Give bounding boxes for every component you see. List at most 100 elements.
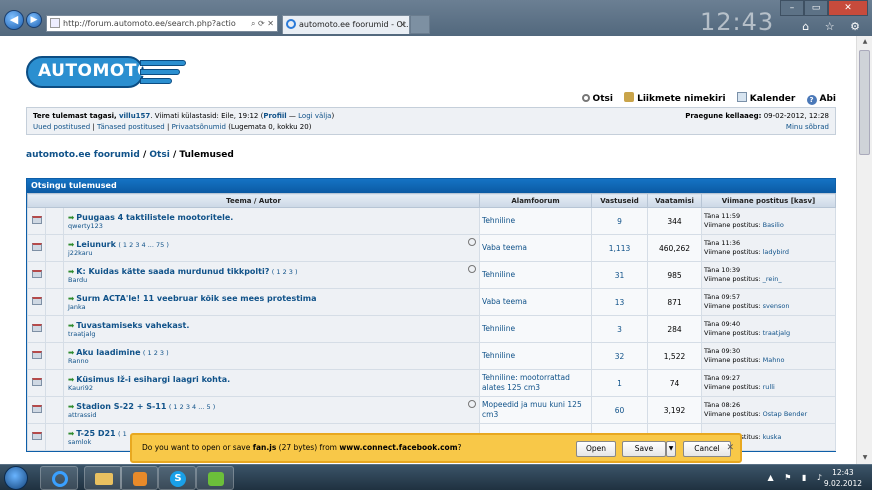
system-tray-icons[interactable]: ▲ ⚑ ▮ ♪: [768, 473, 826, 482]
breadcrumb-home[interactable]: automoto.ee foorumid: [26, 150, 140, 160]
last-post-user-link[interactable]: Mahno: [763, 356, 785, 364]
last-post-user-link[interactable]: Ostap Bender: [763, 410, 808, 418]
minimize-button[interactable]: –: [780, 0, 804, 16]
topic-pages[interactable]: ( 1: [118, 430, 127, 438]
close-window-button[interactable]: ✕: [828, 0, 868, 16]
topic-author-link[interactable]: j22karu: [68, 249, 479, 257]
replies-count[interactable]: 1: [591, 369, 649, 397]
topic-author-link[interactable]: Ranno: [68, 357, 479, 365]
logout-link[interactable]: Logi välja: [298, 112, 331, 120]
topic-title-link[interactable]: T-25 D21: [76, 429, 115, 438]
header-last-post[interactable]: Viimane postitus [kasv]: [701, 193, 837, 208]
private-messages-link[interactable]: Privaatsõnumid: [172, 123, 226, 131]
start-button[interactable]: [4, 466, 28, 490]
scroll-down-arrow[interactable]: ▼: [857, 452, 872, 464]
topic-title-link[interactable]: Tuvastamiseks vahekast.: [76, 321, 189, 330]
save-options-arrow[interactable]: ▼: [666, 441, 676, 457]
topic-pages[interactable]: ( 1 2 3 4 ... 75 ): [118, 241, 169, 249]
new-post-arrow-icon[interactable]: ➡: [68, 240, 74, 249]
forum-link[interactable]: Vaba teema: [479, 234, 593, 262]
forum-link[interactable]: Tehniline: mootorrattad alates 125 cm3: [479, 369, 593, 397]
site-logo[interactable]: AUTOMOTO.EE: [26, 52, 186, 92]
forum-link[interactable]: Tehniline: [479, 261, 593, 289]
topic-pages[interactable]: ( 1 2 3 ): [272, 268, 298, 276]
forum-link[interactable]: Mopeedid ja muu kuni 125 cm3: [479, 396, 593, 424]
last-post-user-link[interactable]: svenson: [763, 302, 790, 310]
scroll-thumb[interactable]: [859, 50, 870, 155]
taskbar-skype[interactable]: S: [158, 466, 196, 490]
topic-author-link[interactable]: traatjalg: [68, 330, 479, 338]
new-post-arrow-icon[interactable]: ➡: [68, 348, 74, 357]
save-button[interactable]: Save: [622, 441, 666, 457]
taskbar-ie[interactable]: [40, 466, 78, 490]
profile-link[interactable]: Profiil: [263, 112, 286, 120]
tab-active[interactable]: automoto.ee foorumid - Ot... ×: [282, 15, 410, 34]
topic-author-link[interactable]: qwerty123: [68, 222, 479, 230]
new-post-arrow-icon[interactable]: ➡: [68, 375, 74, 384]
topic-author-link[interactable]: Janka: [68, 303, 479, 311]
last-post-user-link[interactable]: ladybird: [763, 248, 789, 256]
last-post-user-link[interactable]: Basilio: [763, 221, 784, 229]
taskbar-messenger[interactable]: [196, 466, 234, 490]
topic-author-link[interactable]: Kauri92: [68, 384, 479, 392]
replies-count[interactable]: 32: [591, 342, 649, 370]
breadcrumb-search[interactable]: Otsi: [149, 150, 169, 160]
today-posts-link[interactable]: Tänased postitused: [97, 123, 165, 131]
topic-title-link[interactable]: Aku laadimine: [76, 348, 140, 357]
topic-title-link[interactable]: Puugaas 4 taktilistele mootoritele.: [76, 213, 233, 222]
last-post-user-link[interactable]: kuska: [763, 433, 782, 441]
taskbar-explorer[interactable]: [84, 466, 122, 490]
header-views[interactable]: Vaatamisi: [647, 193, 703, 208]
topic-title-link[interactable]: Leiunurk: [76, 240, 116, 249]
topic-title-link[interactable]: K: Kuidas kätte saada murdunud tikkpolti…: [76, 267, 269, 276]
replies-count[interactable]: 1,113: [591, 234, 649, 262]
vertical-scrollbar[interactable]: ▲ ▼: [856, 36, 872, 464]
new-post-arrow-icon[interactable]: ➡: [68, 213, 74, 222]
forum-link[interactable]: Tehniline: [479, 315, 593, 343]
forum-link[interactable]: Vaba teema: [479, 288, 593, 316]
replies-count[interactable]: 3: [591, 315, 649, 343]
forward-button[interactable]: ▶: [26, 12, 42, 28]
new-post-arrow-icon[interactable]: ➡: [68, 321, 74, 330]
last-post-user-link[interactable]: _rein_: [763, 275, 782, 283]
last-post-user-link[interactable]: traatjalg: [763, 329, 790, 337]
cancel-button[interactable]: Cancel: [683, 441, 731, 457]
taskbar-media-player[interactable]: [120, 466, 158, 490]
address-bar[interactable]: http://forum.automoto.ee/search.php?acti…: [46, 15, 278, 32]
topic-title-link[interactable]: Küsimus Iž-i esihargi laagri kohta.: [76, 375, 230, 384]
search-refresh-icons[interactable]: ⌕ ⟳ ✕: [251, 16, 274, 31]
top-link-members[interactable]: Liikmete nimekiri: [624, 92, 726, 104]
replies-count[interactable]: 31: [591, 261, 649, 289]
top-link-calendar[interactable]: Kalender: [736, 92, 795, 104]
header-replies[interactable]: Vastuseid: [591, 193, 649, 208]
topic-title-link[interactable]: Surm ACTA'le! 11 veebruar kõik see mees …: [76, 294, 316, 303]
topic-pages[interactable]: ( 1 2 3 ): [143, 349, 169, 357]
new-post-arrow-icon[interactable]: ➡: [68, 429, 74, 438]
tab-close-icon[interactable]: ×: [399, 16, 406, 33]
back-button[interactable]: ◀: [4, 10, 24, 30]
new-post-arrow-icon[interactable]: ➡: [68, 267, 74, 276]
replies-count[interactable]: 9: [591, 207, 649, 235]
top-link-help[interactable]: ? Abi: [806, 94, 836, 105]
topic-author-link[interactable]: attrassid: [68, 411, 479, 419]
username-link[interactable]: villu157: [119, 112, 150, 120]
maximize-button[interactable]: ▭: [804, 0, 828, 16]
new-post-arrow-icon[interactable]: ➡: [68, 294, 74, 303]
taskbar-clock[interactable]: 12:43 9.02.2012: [824, 467, 862, 489]
forum-link[interactable]: Tehniline: [479, 342, 593, 370]
replies-count[interactable]: 60: [591, 396, 649, 424]
scroll-up-arrow[interactable]: ▲: [857, 36, 872, 48]
new-tab-button[interactable]: [410, 15, 430, 34]
close-icon[interactable]: ✕: [726, 435, 734, 461]
forum-link[interactable]: Tehniline: [479, 207, 593, 235]
topic-pages[interactable]: ( 1 2 3 4 ... 5 ): [169, 403, 215, 411]
topic-title-link[interactable]: Stadion S-22 + S-11: [76, 402, 166, 411]
toolbar-icons[interactable]: ⌂ ☆ ⚙: [802, 20, 866, 33]
replies-count[interactable]: 13: [591, 288, 649, 316]
header-topic[interactable]: Teema / Autor: [26, 193, 481, 208]
top-link-search[interactable]: Otsi: [581, 94, 613, 104]
header-forum[interactable]: Alamfoorum: [479, 193, 593, 208]
friends-link[interactable]: Minu sõbrad: [685, 122, 829, 133]
open-button[interactable]: Open: [576, 441, 616, 457]
new-post-arrow-icon[interactable]: ➡: [68, 402, 74, 411]
